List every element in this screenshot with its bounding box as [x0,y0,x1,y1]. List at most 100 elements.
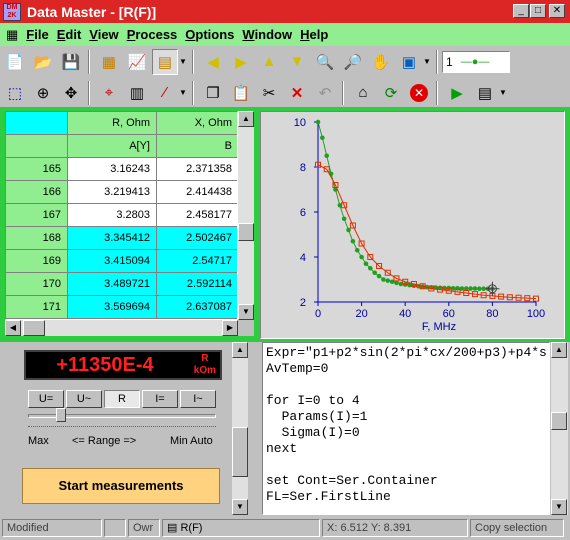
scroll-down-icon[interactable]: ▼ [232,499,248,515]
line-style-combo[interactable]: 1 —●— [442,50,510,73]
data-grid[interactable]: R, Ohm X, Ohm A[Y] B 165 3.16243 2.371358 1… [5,111,238,320]
cell-r[interactable]: 3.569694 [68,296,157,319]
cell-r[interactable]: 3.415094 [68,250,157,273]
menu-file[interactable]: File [26,27,48,42]
plot-area[interactable]: 2 4 6 8 10 0 20 40 60 80 100 F, MHz [260,111,565,339]
paint-icon[interactable]: ▣ [396,49,422,75]
scroll-up-icon[interactable]: ▲ [551,342,567,358]
mode-dc-voltage-button[interactable]: U= [28,390,64,408]
undo-icon[interactable]: ↶ [312,80,338,106]
row-number[interactable]: 171 [6,296,68,319]
menu-options[interactable]: Options [185,27,234,42]
menu-help[interactable]: Help [300,27,328,42]
cell-x[interactable]: 2.371358 [157,158,237,181]
range-slider-thumb[interactable] [56,408,66,422]
chart[interactable]: 2468100 20 40 60 80 100F, MHz [261,112,566,340]
scroll-up-icon[interactable]: ▲ [232,342,248,358]
cell-r[interactable]: 3.2803 [68,204,157,227]
column-role-a[interactable]: A[Y] [68,135,157,158]
code-line[interactable] [266,377,546,393]
paste-icon[interactable]: 📋 [228,80,254,106]
meter-scrollbar[interactable]: ▲ ▼ [232,342,248,515]
cell-x[interactable]: 2.637087 [157,296,237,319]
table-row[interactable]: 168 3.345412 2.502467 [6,227,237,250]
arrow-left-icon[interactable]: ◀ [200,49,226,75]
grid-corner[interactable] [6,112,68,135]
maximize-icon[interactable]: □ [530,4,546,18]
scroll-down-icon[interactable]: ▼ [238,304,254,320]
crosshair-icon[interactable]: ⌖ [96,80,122,106]
cell-x[interactable]: 2.458177 [157,204,237,227]
refresh-icon[interactable]: ⟳ [378,80,404,106]
cell-r[interactable]: 3.219413 [68,181,157,204]
splitter[interactable] [248,342,262,515]
scroll-left-icon[interactable]: ◀ [5,320,21,336]
editor-scrollbar[interactable]: ▲ ▼ [551,342,568,515]
new-file-icon[interactable]: 📄 [2,49,28,75]
scroll-thumb[interactable] [232,427,248,477]
mode-ac-current-button[interactable]: I~ [180,390,216,408]
stop-icon[interactable]: ✕ [406,80,432,106]
row-number[interactable]: 168 [6,227,68,250]
grid-horizontal-scrollbar[interactable]: ◀ ▶ [5,320,238,336]
line-icon[interactable]: ⁄ [152,80,178,106]
column-header-r[interactable]: R, Ohm [68,112,157,135]
hscroll-thumb[interactable] [23,320,45,336]
grid-vertical-scrollbar[interactable]: ▲ ▼ [238,111,254,320]
column-role-b[interactable]: B [157,135,237,158]
menu-edit[interactable]: Edit [57,27,82,42]
arrow-down-icon[interactable]: ▼ [284,49,310,75]
code-line[interactable]: Params(I)=1 [266,409,546,425]
chevron-down-icon[interactable]: ▼ [178,49,188,75]
cut-icon[interactable]: ✂ [256,80,282,106]
calculator-icon[interactable]: ▥ [124,80,150,106]
doc-menu-icon[interactable]: ▦ [6,27,18,43]
run-menu-icon[interactable]: ▤ [472,80,498,106]
cell-x[interactable]: 2.502467 [157,227,237,250]
minimize-icon[interactable]: _ [513,4,529,18]
table-row[interactable]: 169 3.415094 2.54717 [6,250,237,273]
home-icon[interactable]: ⌂ [350,80,376,106]
scroll-thumb[interactable] [551,412,567,430]
row-number[interactable]: 167 [6,204,68,227]
run-icon[interactable]: ▶ [444,80,470,106]
menu-process[interactable]: Process [127,27,178,42]
code-line[interactable]: Expr="p1+p2*sin(2*pi*cx/200+p3)+p4*s [266,345,547,361]
grid-icon[interactable]: ▦ [96,49,122,75]
row-number[interactable]: 169 [6,250,68,273]
arrow-right-icon[interactable]: ▶ [228,49,254,75]
scroll-thumb[interactable] [238,223,254,241]
select-rect-icon[interactable]: ⬚ [2,80,28,106]
cell-x[interactable]: 2.414438 [157,181,237,204]
close-icon[interactable]: ✕ [549,4,565,18]
cell-r[interactable]: 3.16243 [68,158,157,181]
script-editor[interactable]: Expr="p1+p2*sin(2*pi*cx/200+p3)+p4*s AvTe… [262,342,550,515]
chevron-down-icon[interactable]: ▼ [178,80,188,106]
table-row[interactable]: 170 3.489721 2.592114 [6,273,237,296]
code-line[interactable]: AvTemp=0 [266,361,546,377]
chart-edit-icon[interactable]: ▤ [152,48,178,75]
chevron-down-icon[interactable]: ▼ [422,49,432,75]
row-number[interactable]: 165 [6,158,68,181]
zoom-in-icon[interactable]: 🔍 [312,49,338,75]
chart-icon[interactable]: 📈 [124,49,150,75]
start-measurements-button[interactable]: Start measurements [22,468,220,504]
table-row[interactable]: 171 3.569694 2.637087 [6,296,237,319]
zoom-out-icon[interactable]: 🔎 [340,49,366,75]
cell-r[interactable]: 3.345412 [68,227,157,250]
mode-ac-voltage-button[interactable]: U~ [66,390,102,408]
delete-icon[interactable]: ✕ [284,80,310,106]
code-line[interactable] [266,457,546,473]
code-line[interactable]: next [266,441,546,457]
hand-icon[interactable]: ✋ [368,49,394,75]
row-number[interactable]: 170 [6,273,68,296]
code-line[interactable]: Sigma(I)=0 [266,425,546,441]
code-line[interactable]: FL=Ser.FirstLine [266,489,546,505]
move-icon[interactable]: ✥ [58,80,84,106]
scroll-up-icon[interactable]: ▲ [238,111,254,127]
code-line[interactable]: set Cont=Ser.Container [266,473,546,489]
table-row[interactable]: 166 3.219413 2.414438 [6,181,237,204]
table-row[interactable]: 167 3.2803 2.458177 [6,204,237,227]
scroll-right-icon[interactable]: ▶ [222,320,238,336]
save-icon[interactable]: 💾 [58,49,84,75]
